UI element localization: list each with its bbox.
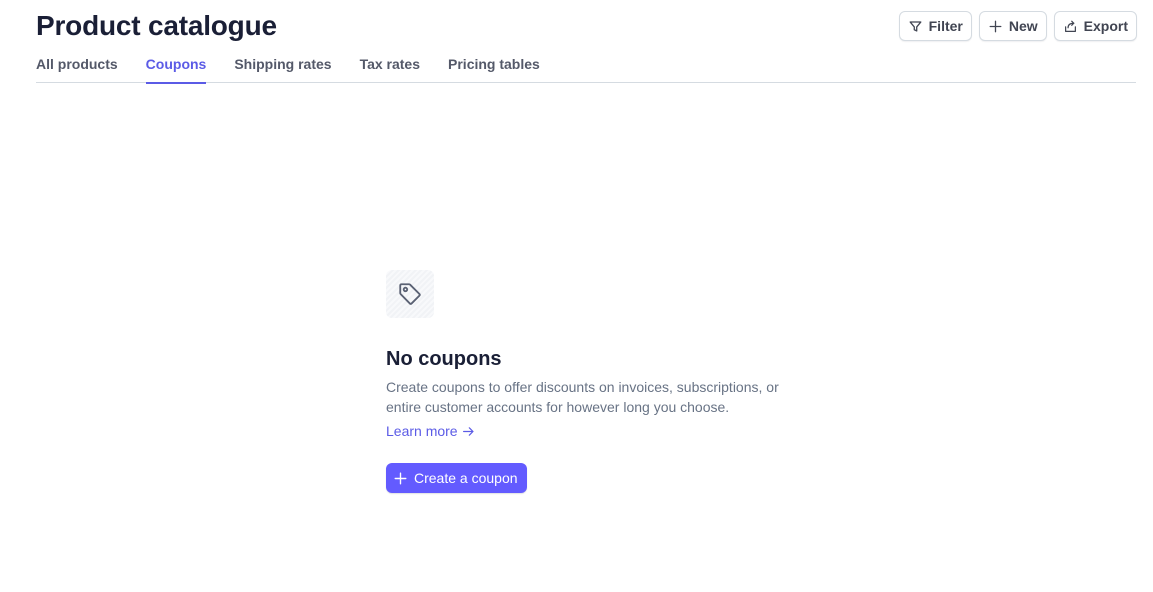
filter-button-label: Filter: [928, 18, 963, 34]
arrow-right-icon: [462, 425, 475, 438]
export-button[interactable]: Export: [1053, 11, 1137, 41]
filter-button[interactable]: Filter: [898, 11, 972, 41]
tab-pricing-tables[interactable]: Pricing tables: [448, 50, 540, 83]
new-button[interactable]: New: [978, 11, 1047, 41]
tag-icon: [397, 281, 423, 307]
empty-state-description: Create coupons to offer discounts on inv…: [386, 379, 779, 415]
tab-all-products[interactable]: All products: [36, 50, 118, 83]
export-icon: [1064, 19, 1078, 33]
toolbar: Filter New Export: [898, 11, 1137, 41]
create-coupon-label: Create a coupon: [414, 470, 518, 486]
page-title: Product catalogue: [36, 10, 277, 41]
learn-more-link[interactable]: Learn more: [386, 421, 475, 441]
filter-icon: [909, 19, 923, 33]
tab-bar: All products Coupons Shipping rates Tax …: [36, 50, 1136, 84]
tab-tax-rates[interactable]: Tax rates: [360, 50, 420, 83]
new-button-label: New: [1008, 18, 1038, 34]
tab-shipping-rates[interactable]: Shipping rates: [234, 50, 331, 83]
plus-icon: [394, 472, 407, 485]
page: Product catalogue Filter New Export All …: [0, 0, 1153, 592]
plus-icon: [989, 19, 1003, 33]
tab-coupons[interactable]: Coupons: [145, 50, 206, 84]
export-button-label: Export: [1083, 18, 1128, 34]
empty-state: No coupons Create coupons to offer disco…: [386, 270, 806, 493]
empty-state-title: No coupons: [386, 348, 502, 370]
create-coupon-button[interactable]: Create a coupon: [386, 463, 527, 493]
learn-more-label: Learn more: [386, 423, 458, 439]
empty-state-icon-box: [386, 270, 434, 318]
